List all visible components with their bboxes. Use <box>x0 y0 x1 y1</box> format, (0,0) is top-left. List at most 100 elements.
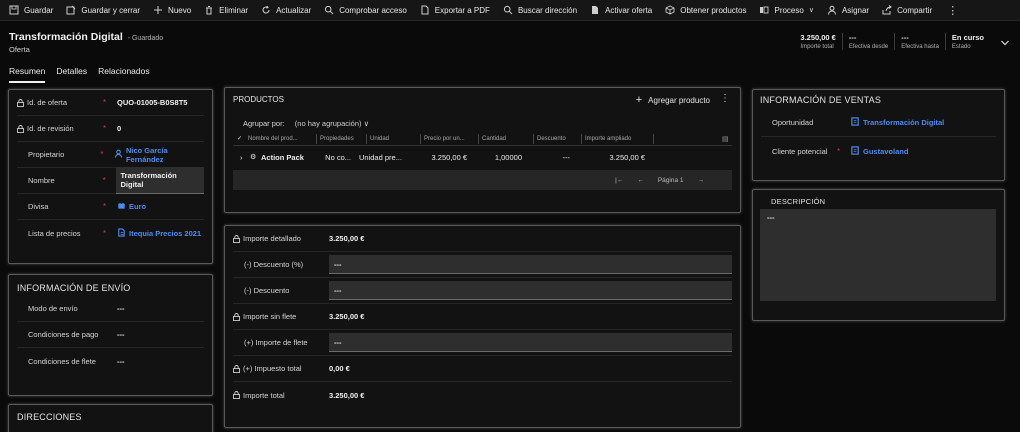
refresh-button[interactable]: Actualizar <box>261 5 311 15</box>
entity-name: Oferta <box>9 45 30 54</box>
column-header[interactable]: Unidad <box>367 133 421 144</box>
save-button[interactable]: Guardar <box>9 5 53 15</box>
discount-percent-input[interactable]: --- <box>329 255 732 274</box>
column-header[interactable]: Descuento <box>534 133 582 144</box>
product-icon: ⚙ <box>250 154 257 161</box>
currency-link[interactable]: Euro <box>117 201 146 212</box>
tab-detalles[interactable]: Detalles <box>56 66 87 83</box>
discount-amount-input[interactable]: --- <box>329 281 732 300</box>
required-marker: * <box>103 202 107 211</box>
field-name: Nombre * Transformación Digital <box>17 167 205 194</box>
column-header[interactable]: Propiedades <box>317 133 367 144</box>
customer-link[interactable]: Gustavoland <box>851 145 908 157</box>
column-header[interactable]: Nombre del prod... <box>245 133 317 144</box>
plus-icon <box>153 5 163 15</box>
form-tabs: Resumen Detalles Relacionados <box>9 66 161 83</box>
search-icon <box>503 5 513 15</box>
total-row-freight: (+) Importe de flete --- <box>233 330 732 356</box>
expand-row-icon[interactable]: › <box>233 153 247 162</box>
field-freight-terms: Condiciones de flete --- <box>28 356 125 366</box>
description-textarea[interactable]: --- <box>760 209 996 301</box>
total-row-tax: (+) Impuesto total 0,00 € <box>233 356 732 382</box>
find-address-button[interactable]: Buscar dirección <box>503 5 577 15</box>
field-shipping-method: Modo de envío --- <box>17 296 204 322</box>
process-icon <box>759 5 769 15</box>
total-row-detail: Importe detallado 3.250,00 € <box>233 226 732 252</box>
currency-icon <box>117 201 129 212</box>
tab-relacionados[interactable]: Relacionados <box>98 66 150 83</box>
plus-icon: + <box>635 94 643 106</box>
section-title: INFORMACIÓN DE ENVÍO <box>17 283 131 293</box>
assign-button[interactable]: Asignar <box>827 5 869 15</box>
name-input[interactable]: Transformación Digital <box>116 167 205 194</box>
owner-link[interactable]: Nico García Fernández <box>114 146 204 164</box>
next-page-button[interactable]: → <box>698 177 705 184</box>
opportunity-icon <box>851 117 863 128</box>
total-row-discount-pct: (-) Descuento (%) --- <box>233 252 732 278</box>
tab-resumen[interactable]: Resumen <box>9 66 46 83</box>
export-pdf-button[interactable]: Exportar a PDF <box>420 5 490 15</box>
refresh-icon <box>261 5 271 15</box>
group-by-select[interactable]: (no hay agrupación) ∨ <box>295 119 369 128</box>
column-settings-icon[interactable]: ▤ <box>722 135 732 143</box>
person-icon <box>827 5 837 15</box>
required-marker: * <box>103 228 107 238</box>
command-bar: Guardar Guardar y cerrar Nuevo Eliminar … <box>0 0 1020 21</box>
column-header[interactable]: Precio por un... <box>421 133 479 144</box>
lock-icon <box>17 98 25 107</box>
field-currency: Divisa * Euro <box>17 194 204 220</box>
table-row[interactable]: › ⚙ Action Pack No co... Unidad pre... 3… <box>233 149 732 165</box>
check-access-button[interactable]: Comprobar acceso <box>324 5 407 15</box>
column-header[interactable]: Cantidad <box>479 133 534 144</box>
trash-icon <box>204 5 214 15</box>
document-icon <box>590 5 600 15</box>
column-header[interactable]: Importe ampliado <box>582 133 654 144</box>
pricelist-icon <box>117 227 129 239</box>
select-all-checkbox[interactable]: ✓ <box>233 134 245 144</box>
page-indicator: Página 1 <box>657 176 684 184</box>
field-price-list: Lista de precios * Itequia Precios 2021 <box>28 227 202 239</box>
process-button[interactable]: Proceso ∨ <box>759 5 814 15</box>
addresses-section: DIRECCIONES <box>8 404 213 432</box>
total-row-pre-freight: Importe sin flete 3.250,00 € <box>233 304 732 330</box>
first-page-button[interactable]: |← <box>615 177 623 184</box>
previous-page-button[interactable]: ← <box>637 177 644 184</box>
field-owner: Propietario * Nico García Fernández <box>17 142 204 168</box>
required-marker: * <box>837 146 841 156</box>
section-title: DIRECCIONES <box>17 412 82 422</box>
freight-amount-input[interactable]: --- <box>329 333 732 352</box>
price-list-link[interactable]: Itequia Precios 2021 <box>117 227 201 239</box>
save-status: - Guardado <box>127 35 164 42</box>
required-marker: * <box>103 98 107 107</box>
header-effective-to: --- Efectiva hasta <box>894 33 945 50</box>
header-total-amount: 3.250,00 € Importe total <box>800 33 836 50</box>
lock-icon <box>233 312 241 321</box>
required-marker: * <box>100 150 104 159</box>
group-by: Agrupar por: (no hay agrupación) ∨ <box>243 119 370 128</box>
delete-button[interactable]: Eliminar <box>204 5 248 15</box>
new-button[interactable]: Nuevo <box>153 5 191 15</box>
products-section: PRODUCTOS + Agregar producto ⋮ Agrupar po… <box>224 87 741 213</box>
opportunity-link[interactable]: Transformación Digital <box>851 117 944 128</box>
search-icon <box>324 5 334 15</box>
add-product-button[interactable]: + Agregar producto <box>636 94 710 106</box>
shipping-section: INFORMACIÓN DE ENVÍO Modo de envío --- C… <box>8 274 213 396</box>
share-button[interactable]: Compartir <box>882 5 932 15</box>
required-marker: * <box>102 176 106 185</box>
activate-quote-button[interactable]: Activar oferta <box>590 5 652 15</box>
expand-header-chevron-icon[interactable] <box>1000 38 1010 50</box>
account-icon <box>851 145 863 157</box>
save-icon <box>9 5 19 15</box>
lock-icon <box>233 391 241 399</box>
get-products-button[interactable]: Obtener productos <box>665 5 746 15</box>
more-commands-icon[interactable]: ⋮ <box>947 4 958 17</box>
more-options-icon[interactable]: ⋮ <box>720 93 730 104</box>
lock-icon <box>17 124 25 133</box>
sales-info-section: INFORMACIÓN DE VENTAS Oportunidad Transf… <box>752 89 1005 181</box>
save-and-close-button[interactable]: Guardar y cerrar <box>66 5 140 15</box>
field-revision-id: Id. de revisión * 0 <box>17 116 204 142</box>
grid-pagination: |← ← Página 1 → <box>233 170 732 190</box>
description-section: DESCRIPCIÓN --- <box>752 189 1005 321</box>
grid-header: ✓ Nombre del prod... Propiedades Unidad … <box>233 132 732 146</box>
section-title: DESCRIPCIÓN <box>771 197 826 206</box>
